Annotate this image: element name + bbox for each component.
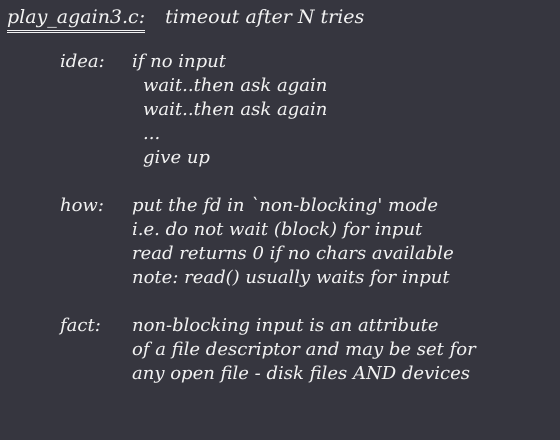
- fact-line: any open file - disk files AND devices: [132, 363, 470, 384]
- how-label: how:: [60, 195, 104, 216]
- idea-line: give up: [143, 147, 210, 168]
- idea-line: if no input: [132, 51, 226, 72]
- idea-lines: if no input wait..then ask again wait..t…: [132, 50, 327, 170]
- fact-line: non-blocking input is an attribute: [132, 315, 439, 336]
- idea-label: idea:: [60, 51, 105, 72]
- how-lines: put the fd in `non-blocking' mode i.e. d…: [132, 194, 454, 290]
- slide: play_again3.c: timeout after N tries ide…: [0, 0, 560, 440]
- idea-line: wait..then ask again: [143, 99, 328, 120]
- idea-line: wait..then ask again: [143, 75, 328, 96]
- how-line: i.e. do not wait (block) for input: [132, 219, 423, 240]
- fact-label: fact:: [60, 315, 101, 336]
- idea-line: ...: [143, 123, 161, 144]
- title-filename: play_again3.c:: [7, 6, 146, 33]
- how-line: read returns 0 if no chars available: [132, 243, 454, 264]
- title-description: timeout after N tries: [165, 6, 365, 28]
- how-line: put the fd in `non-blocking' mode: [132, 195, 439, 216]
- how-line: note: read() usually waits for input: [132, 267, 450, 288]
- fact-lines: non-blocking input is an attribute of a …: [132, 314, 476, 386]
- fact-line: of a file descriptor and may be set for: [132, 339, 476, 360]
- slide-title: play_again3.c: timeout after N tries: [7, 6, 364, 33]
